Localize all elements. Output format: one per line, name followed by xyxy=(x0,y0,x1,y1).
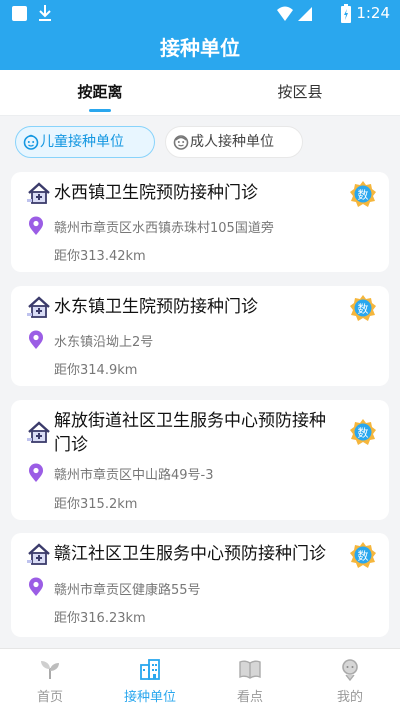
clinic-address: 赣州市章贡区水西镇赤珠村105国道旁 xyxy=(54,221,274,236)
building-icon xyxy=(140,659,160,680)
clinic-building-icon xyxy=(27,421,50,443)
clinic-distance: 距你315.2km xyxy=(54,497,138,512)
clinic-distance: 距你313.42km xyxy=(54,249,146,264)
chip-child-vaccination[interactable]: 儿童接种单位 xyxy=(15,126,155,158)
clinic-name: 解放街道社区卫生服务中心预防接种门诊 xyxy=(54,411,326,455)
notification-square-icon xyxy=(12,6,27,21)
location-pin-icon xyxy=(29,330,43,349)
svg-text:数: 数 xyxy=(358,189,369,202)
nav-label: 我的 xyxy=(336,690,363,705)
status-bar: 1:24 xyxy=(0,0,400,28)
tab-by-distance[interactable]: 按距离 xyxy=(0,70,200,116)
book-icon xyxy=(239,660,261,679)
location-pin-icon xyxy=(29,577,43,596)
clinic-address: 赣州市章贡区中山路49号-3 xyxy=(54,468,214,483)
nav-highlights[interactable]: 看点 xyxy=(200,649,300,710)
sprout-icon xyxy=(41,661,59,679)
location-pin-icon xyxy=(29,463,43,482)
nav-profile[interactable]: 我的 xyxy=(300,649,400,710)
profile-icon xyxy=(342,659,358,681)
clinic-building-icon xyxy=(27,296,50,318)
clinic-card[interactable]: 解放街道社区卫生服务中心预防接种门诊 数 赣州市章贡区中山路49号-3 距你31… xyxy=(11,400,389,520)
data-badge-icon[interactable]: 数 xyxy=(349,294,377,322)
nav-label: 接种单位 xyxy=(123,690,176,705)
status-time: 1:24 xyxy=(356,4,390,22)
page-title: 接种单位 xyxy=(0,28,400,70)
clinic-card[interactable]: 赣江社区卫生服务中心预防接种门诊 数 赣州市章贡区健康路55号 距你316.23… xyxy=(11,533,389,637)
clinic-building-icon xyxy=(27,543,50,565)
nav-home[interactable]: 首页 xyxy=(0,649,100,710)
nav-vaccination-units[interactable]: 接种单位 xyxy=(100,649,200,710)
data-badge-icon[interactable]: 数 xyxy=(349,180,377,208)
tab-label: 按区县 xyxy=(277,83,323,101)
filter-chips: 儿童接种单位 成人接种单位 xyxy=(0,116,400,168)
svg-text:数: 数 xyxy=(358,303,369,316)
adult-face-icon xyxy=(173,135,189,150)
clinic-card[interactable]: 水西镇卫生院预防接种门诊 数 赣州市章贡区水西镇赤珠村105国道旁 距你313.… xyxy=(11,172,389,272)
signal-icon xyxy=(277,6,312,21)
child-face-icon xyxy=(23,134,39,150)
chip-label: 儿童接种单位 xyxy=(40,134,124,150)
chip-adult-vaccination[interactable]: 成人接种单位 xyxy=(165,126,303,158)
clinic-address: 水东镇沿坳上2号 xyxy=(54,335,154,350)
svg-text:数: 数 xyxy=(358,427,369,440)
battery-icon xyxy=(341,4,351,23)
data-badge-icon[interactable]: 数 xyxy=(349,418,377,446)
svg-text:数: 数 xyxy=(358,550,369,563)
location-pin-icon xyxy=(29,216,43,235)
tab-label: 按距离 xyxy=(77,83,123,101)
download-icon xyxy=(39,5,51,21)
clinic-name: 水西镇卫生院预防接种门诊 xyxy=(54,183,258,203)
nav-label: 看点 xyxy=(236,690,263,705)
clinic-card[interactable]: 水东镇卫生院预防接种门诊 数 水东镇沿坳上2号 距你314.9km xyxy=(11,286,389,386)
clinic-distance: 距你314.9km xyxy=(54,363,138,378)
clinic-distance: 距你316.23km xyxy=(54,611,146,626)
nav-label: 首页 xyxy=(36,690,63,705)
chip-label: 成人接种单位 xyxy=(190,134,274,150)
tab-by-district[interactable]: 按区县 xyxy=(200,70,400,116)
bottom-nav: 首页 接种单位 看点 我的 xyxy=(0,648,400,710)
data-badge-icon[interactable]: 数 xyxy=(349,541,377,569)
clinic-address: 赣州市章贡区健康路55号 xyxy=(54,583,201,598)
clinic-name: 赣江社区卫生服务中心预防接种门诊 xyxy=(54,544,326,564)
sort-tabs: 按距离 按区县 xyxy=(0,70,400,116)
tab-active-indicator xyxy=(89,109,111,112)
clinic-building-icon xyxy=(27,182,50,204)
clinic-name: 水东镇卫生院预防接种门诊 xyxy=(54,297,258,317)
